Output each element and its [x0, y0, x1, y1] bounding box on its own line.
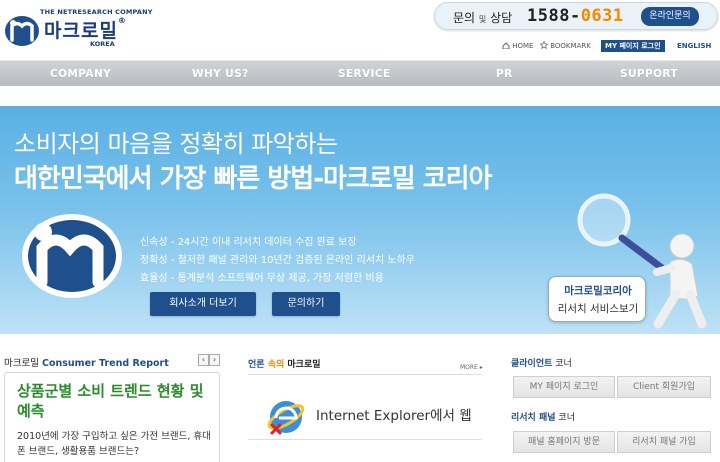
- nav-service[interactable]: SERVICE: [338, 61, 391, 87]
- internet-explorer-icon: [267, 401, 305, 435]
- company-intro-button[interactable]: 회사소개 더보기: [150, 292, 256, 316]
- nav-why-us[interactable]: WHY US?: [192, 61, 249, 87]
- trend-next-button[interactable]: ›: [209, 354, 220, 366]
- logo-korea: KOREA: [90, 40, 115, 48]
- press-list: Internet Explorer에서 웹: [248, 374, 482, 462]
- home-link[interactable]: HOME: [502, 40, 533, 52]
- feature-speed: 신속성 - 24시간 이내 리서치 데이터 수집 완료 보장: [140, 237, 357, 248]
- press-divider: [248, 439, 482, 440]
- macromill-logo[interactable]: THE NETRESEARCH COMPANY 마크로밀® KOREA: [4, 8, 152, 52]
- logo-m-icon: [5, 16, 39, 46]
- bookmark-link[interactable]: BOOKMARK: [539, 40, 591, 52]
- press-heading: 언론 속의 마크로밀: [248, 360, 321, 370]
- hero-headline-1: 소비자의 마음을 정확히 파악하는: [14, 130, 338, 158]
- mypage-login-link[interactable]: MY 페이지 로그인: [601, 40, 665, 52]
- call-label: 문의 및 상담: [453, 11, 513, 25]
- home-icon: [502, 42, 510, 50]
- call-number: 1588-0631: [527, 6, 624, 26]
- logo-wordmark: 마크로밀®: [44, 16, 127, 42]
- trend-report-heading: 마크로밀 Consumer Trend Report: [4, 358, 169, 369]
- trend-report-text: 2010년에 가장 구입하고 싶은 가전 브랜드, 휴대폰 브랜드, 생활용품 …: [17, 431, 211, 457]
- english-link[interactable]: ENGLISH: [677, 40, 711, 52]
- panel-homepage-button[interactable]: 패널 홈페이지 방문: [513, 431, 615, 453]
- trend-report-card[interactable]: 상품군별 소비 트렌드 현황 및 예측 2010년에 가장 구입하고 싶은 가전…: [4, 372, 220, 462]
- contact-callbox: 문의 및 상담 1588-0631 온라인문의: [434, 2, 718, 30]
- logo-tagline: THE NETRESEARCH COMPANY: [40, 8, 153, 16]
- press-more-link[interactable]: MORE ▸: [460, 364, 483, 371]
- client-mypage-login-button[interactable]: MY 페이지 로그인: [513, 376, 615, 398]
- client-signup-button[interactable]: Client 회원가입: [617, 376, 711, 398]
- panel-join-button[interactable]: 리서치 패널 가입: [617, 431, 711, 453]
- macromill-m-icon: [22, 214, 122, 298]
- press-item[interactable]: Internet Explorer에서 웹: [316, 404, 472, 424]
- online-inquiry-button[interactable]: 온라인문의: [641, 7, 699, 26]
- trend-report-title: 상품군별 소비 트렌드 현황 및 예측: [17, 382, 204, 420]
- nav-company[interactable]: COMPANY: [50, 61, 111, 87]
- hero-headline-2: 대한민국에서 가장 빠른 방법-마크로밀 코리아: [14, 164, 492, 194]
- inquiry-button[interactable]: 문의하기: [272, 292, 340, 316]
- service-speech-bubble[interactable]: 마크로밀코리아 리서치 서비스보기: [548, 276, 646, 322]
- client-corner-heading: 클라이언트 코너: [511, 359, 572, 369]
- star-icon: [539, 40, 549, 50]
- nav-pr[interactable]: PR: [496, 61, 513, 87]
- feature-accuracy: 정확성 - 철저한 패널 관리와 10년간 검증된 온라인 리서치 노하우: [140, 255, 415, 266]
- trend-prev-button[interactable]: ‹: [198, 354, 209, 366]
- site-header: THE NETRESEARCH COMPANY 마크로밀® KOREA 문의 및…: [0, 0, 720, 60]
- feature-efficiency: 효율성 - 통계분석 소프트웨어 무상 제공, 가장 저렴한 비용: [140, 273, 384, 284]
- hero-features: 신속성 - 24시간 이내 리서치 데이터 수집 완료 보장 정확성 - 철저한…: [140, 234, 415, 288]
- panel-corner-heading: 리서치 패널 코너: [511, 413, 575, 423]
- main-nav: COMPANY WHY US? SERVICE PR SUPPORT: [0, 60, 720, 86]
- nav-support[interactable]: SUPPORT: [620, 61, 678, 87]
- hero-banner: 소비자의 마음을 정확히 파악하는 대한민국에서 가장 빠른 방법-마크로밀 코…: [0, 106, 720, 334]
